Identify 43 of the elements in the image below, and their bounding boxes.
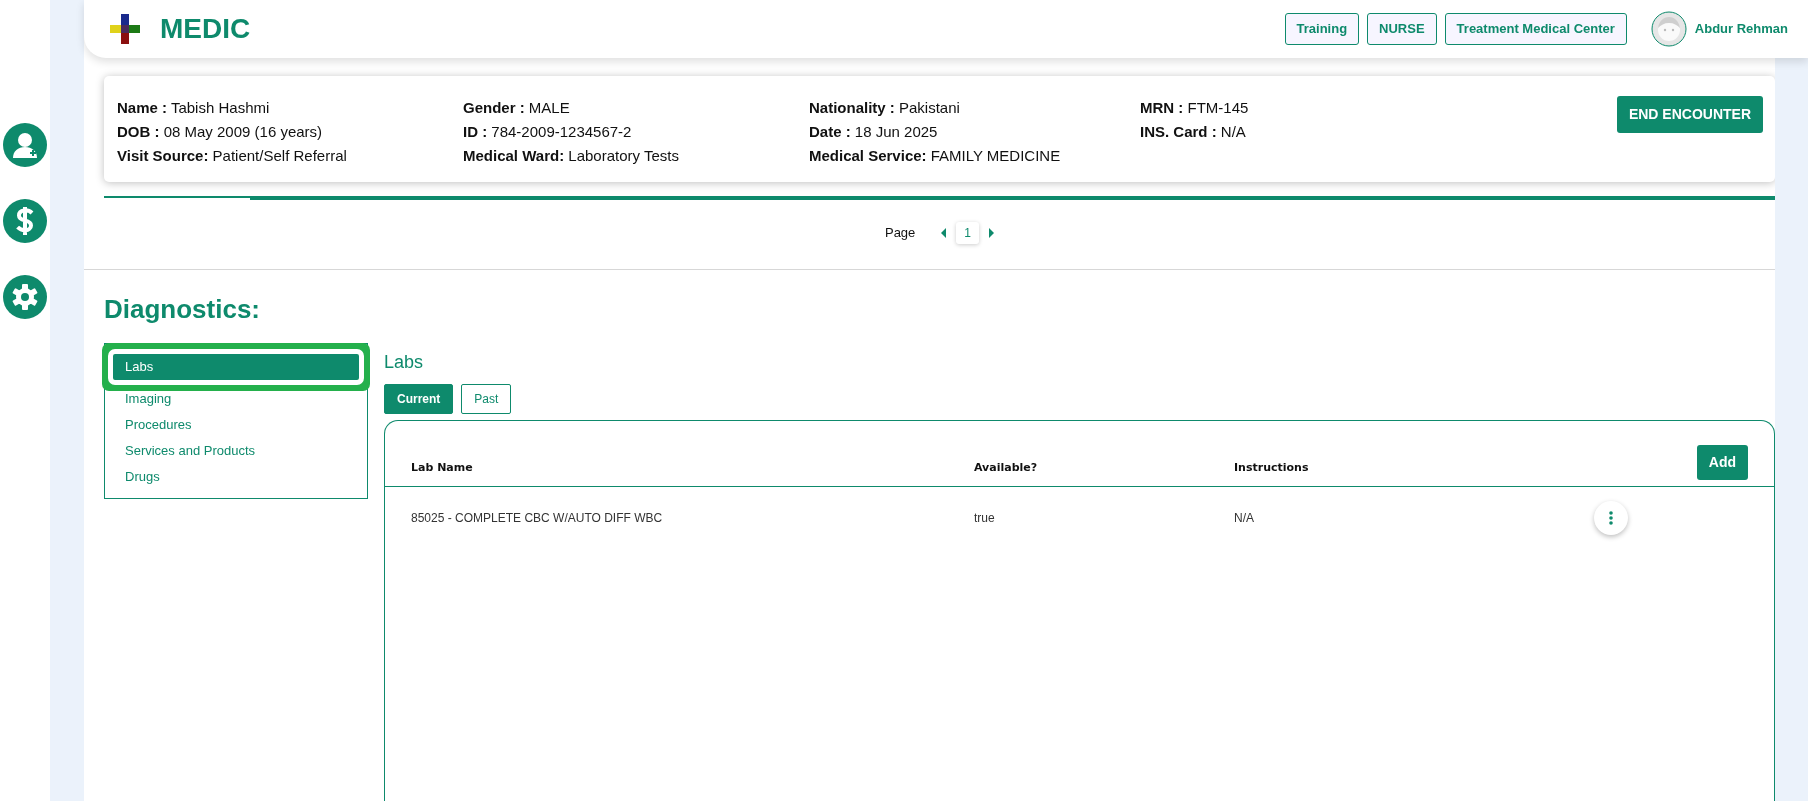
page-label: Page [884, 224, 916, 243]
table-cell-text: 85025 - COMPLETE CBC W/AUTO DIFF WBC [411, 510, 664, 527]
app-logo-text: MEDIC [160, 12, 251, 46]
section-title: Diagnostics: [104, 293, 262, 326]
column-header: Available? [974, 460, 1039, 477]
avatar-icon[interactable] [1650, 11, 1687, 47]
table-cell-text: true [974, 510, 996, 527]
patient-field: Nationality : Pakistani [809, 96, 1140, 120]
patient-field: Date : 18 Jun 2025 [809, 120, 1140, 144]
table-cell-text: N/A [1234, 510, 1255, 527]
patient-field: Gender : MALE [463, 96, 809, 120]
end-encounter-button[interactable]: END ENCOUNTER [1616, 96, 1763, 133]
patient-field: DOB : 08 May 2009 (16 years) [117, 120, 463, 144]
diagnostics-menu-item[interactable]: Services and Products [113, 438, 359, 464]
page-number-button[interactable]: 1 [956, 222, 980, 244]
column-header: Instructions [1234, 460, 1310, 477]
diagnostics-menu-item[interactable]: Drugs [113, 464, 359, 490]
previous-page-icon[interactable] [941, 228, 947, 238]
header-tag-button[interactable]: NURSE [1367, 13, 1437, 45]
user-name[interactable]: Abdur Rehman [1694, 19, 1788, 39]
patient-field: MRN : FTM-145 [1140, 96, 1617, 120]
patient-field: ID : 784-2009-1234567-2 [463, 120, 809, 144]
labs-tab[interactable]: Current [384, 384, 454, 414]
diagnostics-menu-item[interactable]: Procedures [113, 412, 359, 438]
header-tag-button[interactable]: Training [1284, 13, 1360, 45]
doctor-icon[interactable] [3, 123, 47, 167]
row-actions-button[interactable] [1594, 501, 1628, 535]
diagnostics-menu-item[interactable]: Imaging [113, 386, 359, 412]
patient-field: Visit Source: Patient/Self Referral [117, 144, 463, 168]
column-header: Lab Name [411, 460, 474, 477]
patient-field: Medical Ward: Laboratory Tests [463, 144, 809, 168]
labs-tab[interactable]: Past [461, 384, 512, 414]
add-button[interactable]: Add [1696, 445, 1748, 480]
cross-logo-icon [110, 14, 140, 44]
labs-title: Labs [384, 351, 425, 374]
next-page-icon[interactable] [989, 228, 995, 238]
kebab-menu-icon [1609, 511, 1613, 525]
settings-icon[interactable] [3, 275, 47, 319]
dollar-icon[interactable] [3, 199, 47, 243]
patient-field: INS. Card : N/A [1140, 120, 1617, 144]
patient-field: Name : Tabish Hashmi [117, 96, 463, 120]
patient-field: Medical Service: FAMILY MEDICINE [809, 144, 1140, 168]
header-tag-button[interactable]: Treatment Medical Center [1444, 13, 1627, 45]
